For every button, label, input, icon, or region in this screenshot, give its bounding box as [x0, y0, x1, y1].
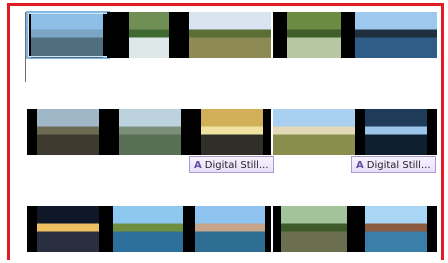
clip-ruins[interactable]	[273, 206, 355, 252]
playhead-line	[25, 12, 26, 82]
clip-lake-hills[interactable]	[107, 109, 189, 155]
clip-sailing-ship[interactable]	[355, 12, 437, 58]
clip-rocky-beach[interactable]	[355, 206, 437, 252]
photo-thumbnail	[355, 12, 437, 58]
photo-thumbnail	[37, 109, 99, 155]
photo-thumbnail	[365, 206, 427, 252]
clip-night-city[interactable]	[27, 206, 109, 252]
photo-thumbnail	[129, 12, 169, 58]
caption-label-text: Digital Still...	[366, 160, 431, 171]
clip-row-3	[27, 206, 437, 252]
photo-thumbnail	[31, 12, 103, 58]
photo-thumbnail	[201, 109, 263, 155]
clip-row-2	[27, 109, 437, 155]
photo-thumbnail	[365, 109, 427, 155]
photo-thumbnail	[273, 109, 355, 155]
clip-stone-bridge[interactable]	[27, 109, 109, 155]
photo-thumbnail	[195, 206, 265, 252]
clip-cliffs[interactable]	[189, 12, 271, 58]
caption-label-text: Digital Still...	[204, 160, 269, 171]
clip-row-1	[26, 11, 437, 59]
clip-forest-waterfall[interactable]	[355, 109, 437, 155]
photo-thumbnail	[113, 206, 183, 252]
clip-waterfall[interactable]	[107, 12, 189, 58]
clip-greenery[interactable]	[273, 12, 355, 58]
clip-sea-stacks[interactable]	[189, 206, 271, 252]
caption-label-2[interactable]: A Digital Still...	[351, 156, 436, 173]
photo-thumbnail	[281, 206, 347, 252]
text-caption-icon: A	[356, 160, 364, 171]
photo-thumbnail	[37, 206, 99, 252]
photo-thumbnail	[189, 12, 271, 58]
text-caption-icon: A	[194, 160, 202, 171]
clip-coastal-bay[interactable]	[107, 206, 189, 252]
clip-sunset-river[interactable]	[189, 109, 271, 155]
clip-lake-valley[interactable]	[26, 11, 110, 59]
clip-country-road[interactable]	[273, 109, 355, 155]
photo-thumbnail	[119, 109, 181, 155]
photo-thumbnail	[287, 12, 341, 58]
caption-label-1[interactable]: A Digital Still...	[189, 156, 274, 173]
